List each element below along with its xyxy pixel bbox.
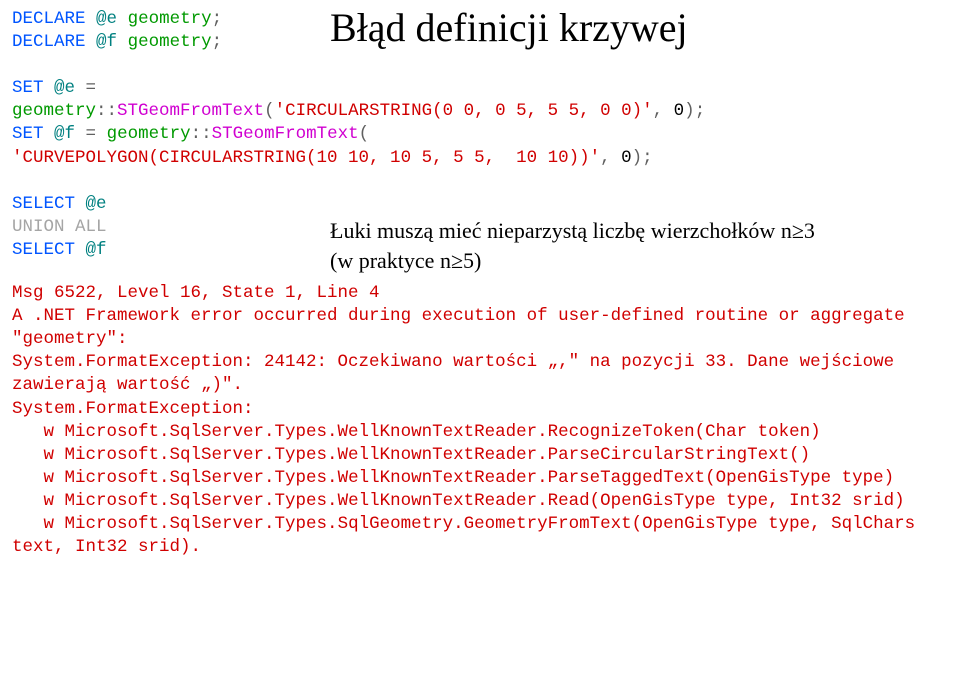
annotation-line-1: Łuki muszą mieć nieparzystą liczbę wierz… [330, 216, 815, 246]
rparen: ) [684, 101, 695, 121]
rparen: ) [632, 148, 643, 168]
keyword-select: SELECT [12, 194, 75, 214]
method-stgeomfromtext: STGeomFromText [117, 101, 264, 121]
slide-title: Błąd definicji krzywej [330, 2, 688, 55]
variable-e: @e [96, 9, 117, 29]
variable-f: @f [54, 124, 75, 144]
keyword-declare: DECLARE [12, 32, 86, 52]
error-line-4: System.FormatException: [12, 399, 264, 419]
error-output-block: Msg 6522, Level 16, State 1, Line 4 A .N… [12, 282, 948, 559]
type-geometry: geometry [12, 101, 96, 121]
type-geometry: geometry [128, 32, 212, 52]
lparen: ( [264, 101, 275, 121]
keyword-set: SET [12, 78, 44, 98]
method-stgeomfromtext: STGeomFromText [212, 124, 359, 144]
error-line-2: A .NET Framework error occurred during e… [12, 306, 915, 349]
error-line-8: w Microsoft.SqlServer.Types.WellKnownTex… [12, 491, 905, 511]
double-colon: :: [96, 101, 117, 121]
double-colon: :: [191, 124, 212, 144]
type-geometry: geometry [128, 9, 212, 29]
error-line-5: w Microsoft.SqlServer.Types.WellKnownTex… [12, 422, 821, 442]
comma: , [653, 101, 674, 121]
annotation-line-2: (w praktyce n≥5) [330, 246, 815, 276]
semicolon: ; [212, 32, 223, 52]
variable-f: @f [86, 240, 107, 260]
lparen: ( [359, 124, 370, 144]
equals: = [75, 124, 107, 144]
keyword-union: UNION [12, 217, 65, 237]
semicolon: ; [212, 9, 223, 29]
keyword-set: SET [12, 124, 44, 144]
error-line-3: System.FormatException: 24142: Oczekiwan… [12, 352, 905, 395]
keyword-select: SELECT [12, 240, 75, 260]
error-line-1: Msg 6522, Level 16, State 1, Line 4 [12, 283, 380, 303]
keyword-declare: DECLARE [12, 9, 86, 29]
annotation-text: Łuki muszą mieć nieparzystą liczbę wierz… [330, 216, 815, 275]
number-zero: 0 [621, 148, 632, 168]
type-geometry: geometry [107, 124, 191, 144]
variable-e: @e [54, 78, 75, 98]
semicolon: ; [695, 101, 706, 121]
variable-e: @e [86, 194, 107, 214]
error-line-6: w Microsoft.SqlServer.Types.WellKnownTex… [12, 445, 810, 465]
keyword-all: ALL [75, 217, 107, 237]
error-line-7: w Microsoft.SqlServer.Types.WellKnownTex… [12, 468, 894, 488]
string-curvepolygon: 'CURVEPOLYGON(CIRCULARSTRING(10 10, 10 5… [12, 148, 600, 168]
variable-f: @f [96, 32, 117, 52]
semicolon: ; [642, 148, 653, 168]
error-line-9: w Microsoft.SqlServer.Types.SqlGeometry.… [12, 514, 926, 557]
number-zero: 0 [674, 101, 685, 121]
equals: = [75, 78, 107, 98]
string-circularstring: 'CIRCULARSTRING(0 0, 0 5, 5 5, 0 0)' [275, 101, 653, 121]
comma: , [600, 148, 621, 168]
